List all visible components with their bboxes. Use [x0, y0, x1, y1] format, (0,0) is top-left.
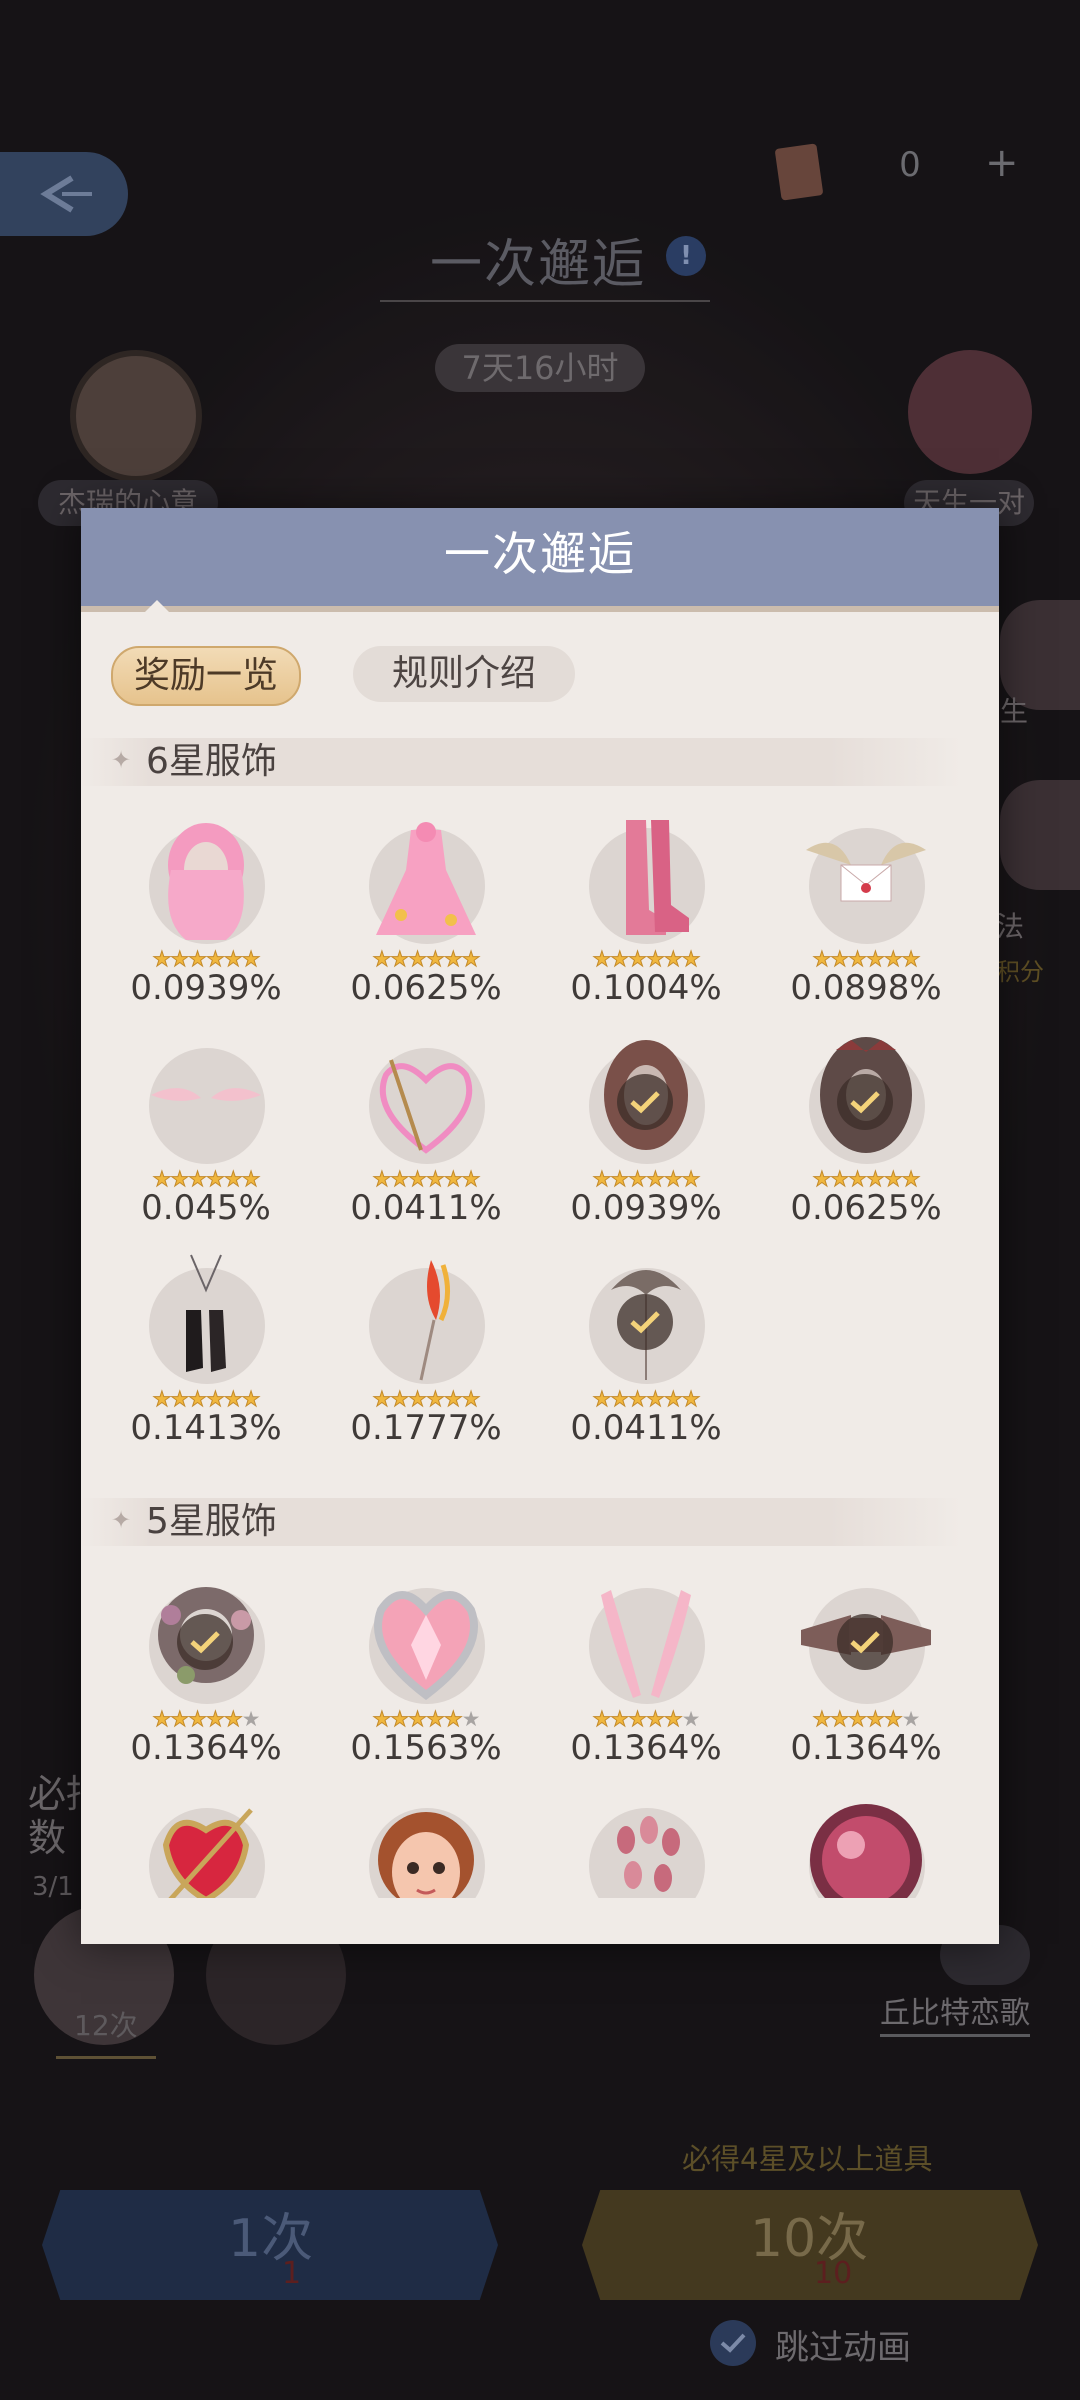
draw-once-cost: 1 — [282, 2256, 302, 2291]
info-icon[interactable]: ! — [666, 236, 706, 276]
tab-reward-list[interactable]: 奖励一览 — [111, 646, 301, 706]
crystal-heart-icon — [374, 1591, 478, 1701]
star-rating: ★★★★★★ — [321, 1168, 531, 1191]
reward-item[interactable]: ★★★★★★ 0.1364% — [761, 1570, 971, 1770]
currency-count: 0 — [899, 145, 921, 185]
header-notch — [143, 600, 171, 614]
guarantee-progress: 3/1 — [32, 1872, 74, 1902]
star-rating: ★★★★★★ — [541, 1708, 751, 1731]
skip-animation-checkbox[interactable] — [710, 2320, 756, 2366]
drop-rate: 0.1364% — [570, 1728, 722, 1768]
drop-rate: 0.1364% — [130, 1728, 282, 1768]
gift-icon[interactable] — [908, 350, 1032, 474]
reward-item[interactable]: ★★★★★★ 0.1004% — [541, 810, 751, 1010]
modal-bottom — [81, 1898, 999, 1944]
reward-item[interactable]: ★★★★★★ 0.1777% — [321, 1250, 531, 1450]
back-arrow-icon — [40, 175, 92, 213]
star-rating: ★★★★★★ — [321, 1708, 531, 1731]
background-title: 一次邂逅 — [430, 235, 647, 295]
reward-item[interactable]: ★★★★★★ 0.0625% — [321, 810, 531, 1010]
cupid-song-link[interactable]: 丘比特恋歌 — [880, 1988, 1030, 2037]
pink-wings-icon — [151, 1088, 261, 1101]
star-rating: ★★★★★★ — [101, 1388, 311, 1411]
owned-check-icon — [837, 1614, 893, 1670]
back-button[interactable] — [0, 152, 128, 236]
modal-title: 一次邂逅 — [444, 527, 636, 581]
guarantee-underline — [56, 2056, 156, 2059]
skip-animation-label: 跳过动画 — [775, 2328, 911, 2368]
drop-rate: 0.0898% — [790, 968, 942, 1008]
owned-check-icon — [617, 1074, 673, 1130]
reward-item[interactable]: ★★★★★★ 0.0939% — [541, 1030, 751, 1230]
heart-bow-icon — [379, 1059, 473, 1154]
add-currency-button[interactable]: + — [985, 140, 1019, 186]
star-rating: ★★★★★★ — [101, 1708, 311, 1731]
reward-item[interactable]: ★★★★★★ 0.0939% — [101, 810, 311, 1010]
reward-item[interactable]: ★★★★★★ 0.0411% — [541, 1250, 751, 1450]
event-timer: 7天16小时 — [435, 344, 645, 392]
divider — [380, 300, 710, 302]
modal-header: 一次邂逅 — [81, 508, 999, 612]
drop-rate: 0.1563% — [350, 1728, 502, 1768]
feather-arrow-icon — [419, 1260, 450, 1381]
reward-item[interactable]: ★★★★★★ 0.1563% — [321, 1570, 531, 1770]
star-rating: ★★★★★★ — [541, 1168, 751, 1191]
roulette-icon[interactable] — [70, 350, 202, 482]
star-rating: ★★★★★★ — [761, 948, 971, 971]
star-rating: ★★★★★★ — [541, 1388, 751, 1411]
reward-item[interactable]: ★★★★★★ 0.0625% — [761, 1030, 971, 1230]
pink-hair-icon — [168, 823, 244, 940]
drop-rate: 0.0625% — [350, 968, 502, 1008]
side-label-2: 法 — [996, 910, 1025, 943]
pink-dress-icon — [376, 822, 476, 935]
guarantee-count: 12次 — [74, 2009, 138, 2042]
banner-note: 必得4星及以上道具 — [682, 2142, 933, 2176]
star-rating: ★★★★★★ — [761, 1168, 971, 1191]
section-label: 6星服饰 — [146, 741, 277, 782]
sparkle-icon: ✦ — [111, 746, 132, 774]
sparkle-icon: ✦ — [111, 1506, 132, 1534]
drop-rate: 0.0939% — [570, 1188, 722, 1228]
draw-ten-cost: 10 — [814, 2256, 853, 2291]
drop-rate: 0.0625% — [790, 1188, 942, 1228]
drop-rate: 0.0411% — [350, 1188, 502, 1228]
pink-boots-icon — [626, 820, 689, 935]
drop-rate: 0.1413% — [130, 1408, 282, 1448]
drop-rate: 0.1364% — [790, 1728, 942, 1768]
star-rating: ★★★★★★ — [101, 1168, 311, 1191]
reward-item[interactable]: ★★★★★★ 0.1364% — [541, 1570, 751, 1770]
star-rating: ★★★★★★ — [101, 948, 311, 971]
side-label-1: 生 — [1000, 695, 1029, 728]
section-label: 5星服饰 — [146, 1501, 277, 1542]
drop-rate: 0.1004% — [570, 968, 722, 1008]
pink-gloves-icon — [601, 1590, 691, 1698]
star-rating: ★★★★★★ — [321, 1388, 531, 1411]
drop-rate: 0.1777% — [350, 1408, 502, 1448]
black-boots-icon — [186, 1254, 226, 1372]
reward-item[interactable]: ★★★★★★ 0.045% — [101, 1030, 311, 1230]
reward-item[interactable]: ★★★★★★ 0.1413% — [101, 1250, 311, 1450]
winged-letter-icon — [806, 842, 926, 902]
side-sub-2: 积分 — [996, 958, 1044, 986]
section-6star-header: ✦ 6星服饰 — [81, 738, 961, 786]
reward-item[interactable]: ★★★★★★ 0.0898% — [761, 810, 971, 1010]
owned-check-icon — [177, 1614, 233, 1670]
card-currency-icon — [774, 143, 824, 201]
side-button-2[interactable] — [1000, 780, 1080, 890]
reward-item[interactable]: ★★★★★★ 0.0411% — [321, 1030, 531, 1230]
owned-check-icon — [617, 1294, 673, 1350]
drop-rate: 0.045% — [141, 1188, 271, 1228]
tab-rules[interactable]: 规则介绍 — [353, 646, 575, 702]
owned-check-icon — [837, 1074, 893, 1130]
star-rating: ★★★★★★ — [321, 948, 531, 971]
drop-rate: 0.0411% — [570, 1408, 722, 1448]
reward-item[interactable]: ★★★★★★ 0.1364% — [101, 1570, 311, 1770]
check-icon — [720, 2333, 746, 2353]
drop-rate: 0.0939% — [130, 968, 282, 1008]
section-5star-header: ✦ 5星服饰 — [81, 1498, 961, 1546]
star-rating: ★★★★★★ — [761, 1708, 971, 1731]
star-rating: ★★★★★★ — [541, 948, 751, 971]
reward-modal: 一次邂逅 奖励一览 规则介绍 ✦ 6星服饰 ★★★★★★ 0.0939% ★★★★★… — [81, 508, 999, 1944]
